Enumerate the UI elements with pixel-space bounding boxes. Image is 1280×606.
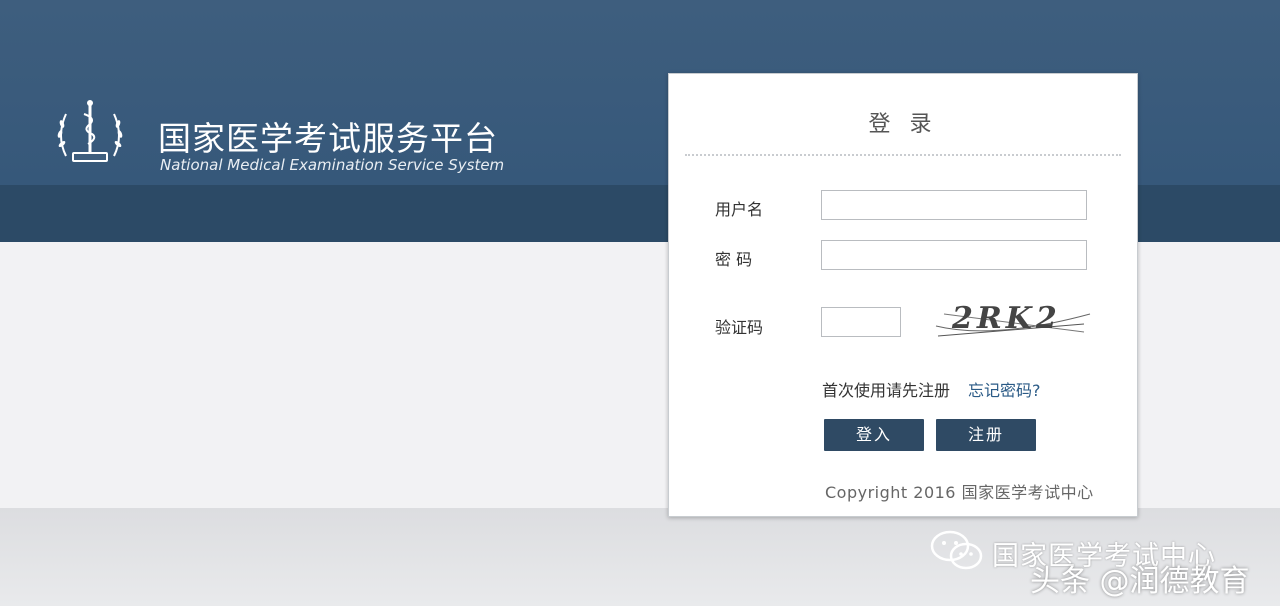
register-button[interactable]: 注册 <box>936 419 1036 451</box>
captcha-image[interactable]: 2RK2 <box>934 294 1094 346</box>
login-title: 登 录 <box>868 112 938 137</box>
login-panel: 登 录 用户名 密 码 验证码 2RK2 首次使用请先注册 忘记密码? 登入 注册… <box>668 73 1138 517</box>
auth-links: 首次使用请先注册 忘记密码? <box>822 377 1041 401</box>
password-input[interactable] <box>821 240 1087 270</box>
captcha-input[interactable] <box>821 307 901 337</box>
username-input[interactable] <box>821 190 1087 220</box>
login-button[interactable]: 登入 <box>824 419 924 451</box>
forgot-password-link[interactable]: 忘记密码? <box>968 381 1041 400</box>
captcha-text: 2RK2 <box>951 301 1061 336</box>
password-label: 密 码 <box>715 250 753 269</box>
captcha-label: 验证码 <box>715 318 764 337</box>
copyright-text: Copyright 2016 国家医学考试中心 <box>825 483 1094 502</box>
title-divider <box>685 154 1121 156</box>
site-subtitle: National Medical Examination Service Sys… <box>160 156 505 174</box>
username-label: 用户名 <box>715 200 764 219</box>
register-first-link[interactable]: 首次使用请先注册 <box>822 381 950 400</box>
site-logo-emblem <box>57 100 123 162</box>
watermark-author: 头条 @润德教育 <box>1030 564 1250 599</box>
site-title: 国家医学考试服务平台 <box>158 119 498 158</box>
wechat-icon <box>930 530 983 570</box>
